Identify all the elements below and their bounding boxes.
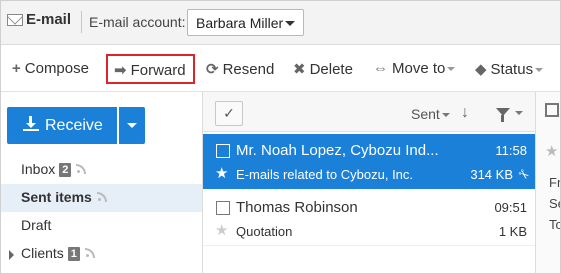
mail-row[interactable]: ★ Thomas Robinson 09:51 Quotation 1 KB — [203, 191, 535, 246]
move-to-button[interactable]: ⇔ Move to — [373, 60, 456, 80]
chevron-down-icon — [127, 123, 137, 128]
unread-badge: 2 — [59, 163, 72, 177]
folder-label: Draft — [21, 217, 52, 233]
forward-label: Forward — [130, 62, 186, 79]
app-header: E-mail E-mail account: Barbara Miller — [1, 1, 560, 45]
select-all-checkbox[interactable]: ✓ — [215, 101, 243, 126]
mail-list-header: ✓ Sent ↓ — [203, 92, 535, 132]
move-arrows-icon: ⇔ — [373, 60, 388, 77]
folder-draft[interactable]: Draft — [1, 212, 202, 240]
receive-options-button[interactable] — [119, 107, 145, 144]
chevron-down-icon — [447, 67, 456, 72]
folder-label: Clients — [21, 245, 64, 261]
rss-icon — [84, 248, 95, 258]
resend-button[interactable]: ⟳ Resend — [206, 60, 274, 80]
chevron-down-icon — [441, 113, 450, 118]
mail-row[interactable]: ★ Mr. Noah Lopez, Cybozu Ind... 11:58 E-… — [203, 134, 535, 189]
status-button[interactable]: ◆ Status — [475, 60, 544, 80]
rss-icon — [76, 164, 87, 174]
mail-size: 1 KB — [498, 224, 527, 239]
app-title: E-mail — [26, 11, 72, 28]
mail-subject: E-mails related to Cybozu, Inc. — [236, 167, 414, 182]
star-icon[interactable]: ★ — [215, 164, 228, 182]
folder-sent-items[interactable]: Sent items — [1, 184, 202, 212]
toolbar: + Compose ➡ Forward ⟳ Resend ✖ Delete ⇔ Move … — [1, 46, 560, 92]
delete-label: Delete — [309, 61, 353, 78]
forward-arrow-icon: ➡ — [114, 62, 127, 79]
expand-arrow-icon[interactable] — [9, 250, 14, 260]
header-divider — [81, 11, 82, 33]
download-icon — [23, 116, 39, 132]
mail-size: 314 KB — [470, 167, 513, 182]
sort-descending-icon[interactable]: ↓ — [461, 104, 469, 122]
mail-checkbox[interactable] — [216, 144, 230, 158]
account-select[interactable]: Barbara Miller — [187, 9, 304, 36]
account-value: Barbara Miller — [196, 15, 284, 31]
receive-button[interactable]: Receive — [7, 107, 117, 144]
receive-label: Receive — [45, 117, 103, 134]
star-icon[interactable]: ★ — [215, 221, 228, 239]
delete-x-icon: ✖ — [293, 61, 306, 78]
preview-from-label: Fr — [549, 175, 560, 190]
preview-pane: ★ Fr Se To — [536, 92, 560, 273]
plus-icon: + — [12, 60, 21, 77]
checkmark-icon: ✓ — [223, 105, 235, 121]
status-label: Status — [490, 61, 534, 78]
move-to-label: Move to — [392, 60, 446, 77]
folder-clients[interactable]: Clients 1 — [1, 240, 202, 268]
account-label: E-mail account: — [89, 14, 186, 30]
chevron-down-icon — [535, 68, 544, 73]
mail-checkbox[interactable] — [216, 201, 230, 215]
mail-time: 11:58 — [495, 143, 527, 158]
filter-icon[interactable] — [496, 108, 510, 122]
forward-button[interactable]: ➡ Forward — [106, 54, 195, 84]
mail-time: 09:51 — [494, 200, 527, 215]
mail-icon — [7, 14, 23, 26]
folder-label: Sent items — [21, 189, 92, 205]
mail-from: Thomas Robinson — [236, 199, 358, 216]
rss-icon — [96, 192, 107, 202]
mail-from: Mr. Noah Lopez, Cybozu Ind... — [236, 142, 439, 159]
compose-label: Compose — [24, 60, 89, 77]
chevron-down-icon — [285, 21, 295, 26]
expand-icon[interactable] — [545, 103, 559, 117]
sort-label: Sent — [411, 106, 440, 122]
mail-subject: Quotation — [236, 224, 293, 239]
resend-icon: ⟳ — [206, 61, 219, 78]
preview-to-label: To — [549, 217, 560, 232]
sort-select[interactable]: Sent — [411, 106, 450, 122]
compose-button[interactable]: + Compose — [12, 60, 89, 80]
folder-label: Inbox — [21, 161, 56, 177]
delete-button[interactable]: ✖ Delete — [293, 60, 353, 80]
paperclip-icon: ✂ — [514, 165, 533, 184]
star-icon[interactable]: ★ — [545, 142, 558, 160]
chevron-down-icon[interactable] — [515, 111, 523, 115]
resend-label: Resend — [222, 61, 275, 78]
preview-sent-label: Se — [549, 196, 560, 211]
folder-inbox[interactable]: Inbox 2 — [1, 156, 202, 184]
tag-icon: ◆ — [475, 61, 487, 78]
unread-badge: 1 — [67, 247, 80, 261]
